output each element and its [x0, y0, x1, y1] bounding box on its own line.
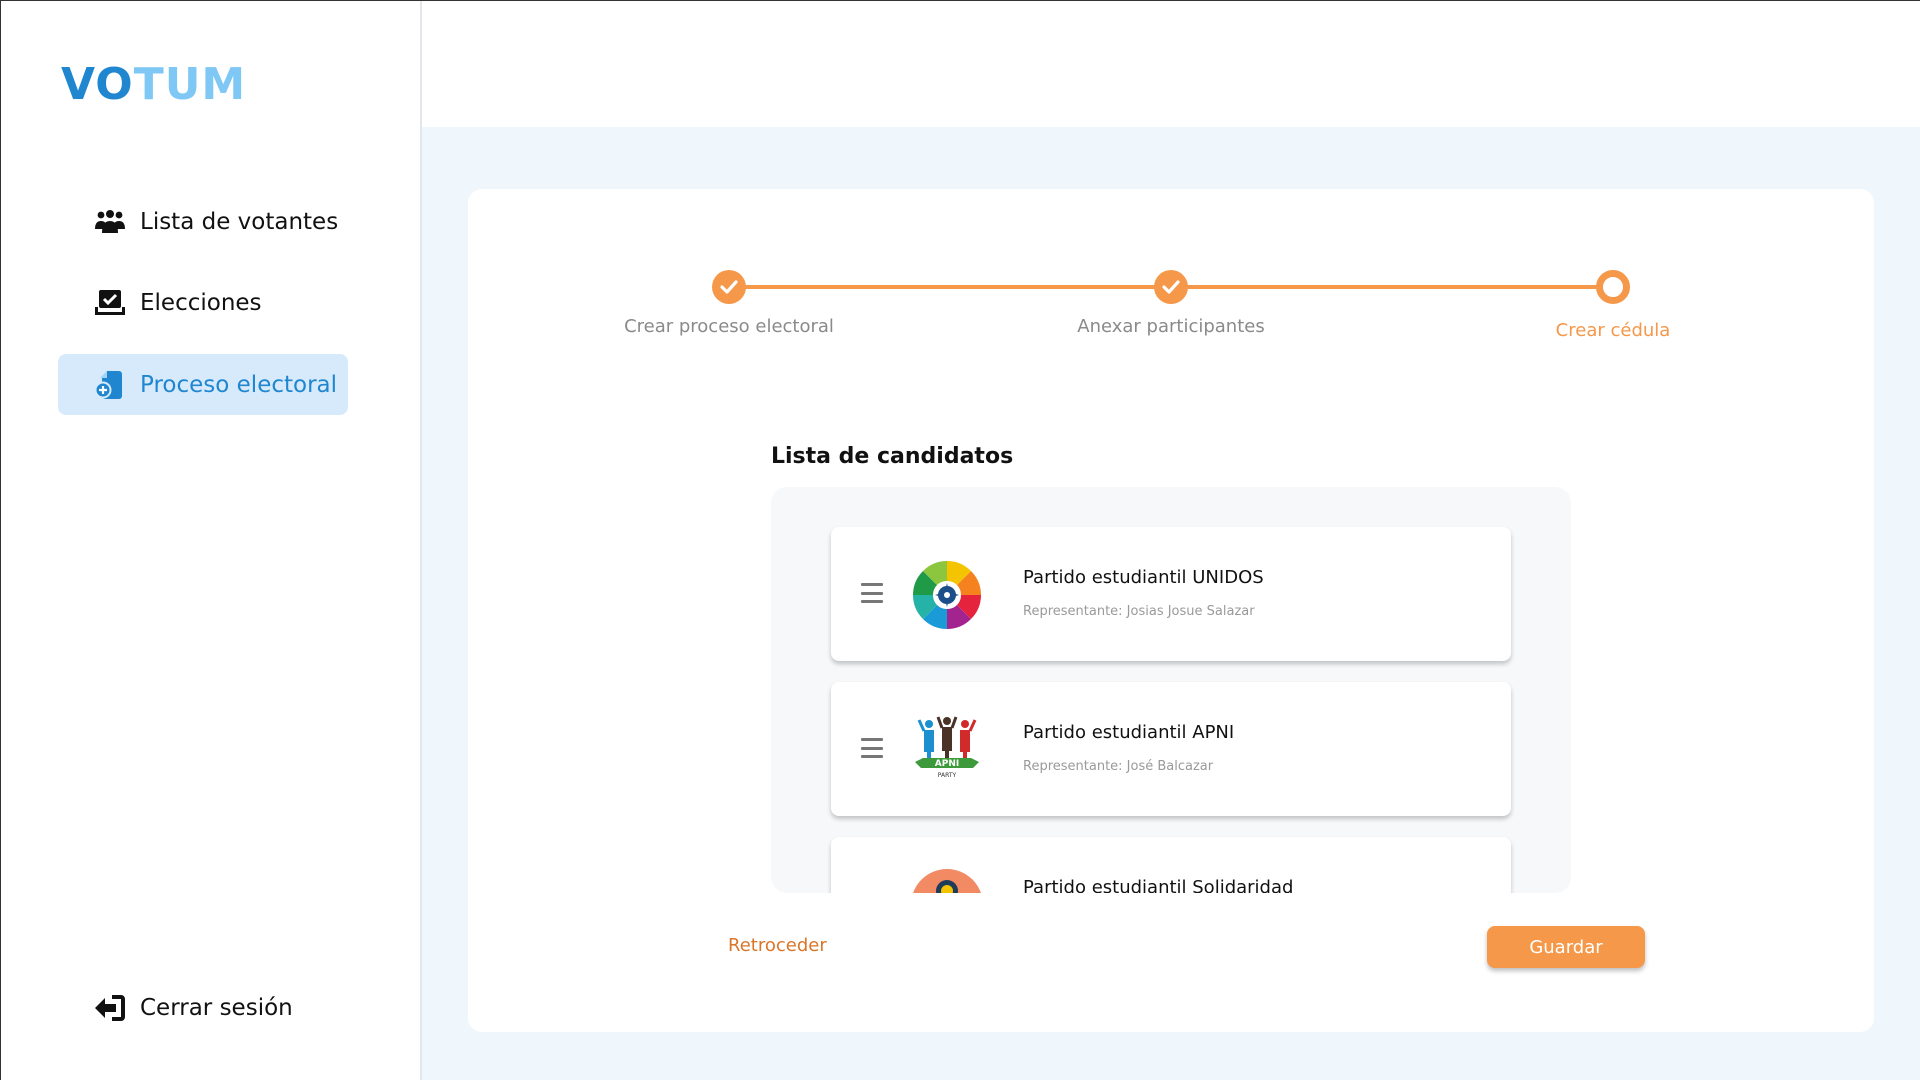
candidate-card[interactable]: Partido estudiantil UNIDOS Representante…: [831, 527, 1511, 661]
save-button[interactable]: Guardar: [1487, 926, 1645, 968]
stepper-connector-2: [1171, 285, 1613, 289]
sidebar: VOTUM Lista de votantes Elecciones Proce…: [1, 1, 422, 1080]
drag-handle-icon[interactable]: [861, 583, 883, 603]
step-3-current-icon: [1596, 270, 1630, 304]
step-2-done-icon: [1154, 270, 1188, 304]
candidate-name: Partido estudiantil APNI: [1023, 722, 1235, 743]
drag-handle-icon[interactable]: [861, 738, 883, 758]
apni-logo-subtext: PARTY: [938, 772, 957, 779]
sidebar-item-label: Elecciones: [140, 289, 262, 316]
logo-part-2: TUM: [133, 59, 247, 110]
logout-label: Cerrar sesión: [140, 994, 293, 1021]
logo-part-1: VO: [61, 59, 134, 110]
step-3-label: Crear cédula: [1555, 320, 1671, 341]
step-2-label: Anexar participantes: [1077, 316, 1265, 337]
candidates-list: Partido estudiantil UNIDOS Representante…: [771, 487, 1571, 893]
candidate-representative: Representante: Josias Josue Salazar: [1023, 604, 1255, 619]
sidebar-item-elecciones[interactable]: Elecciones: [58, 272, 348, 333]
sidebar-item-lista-de-votantes[interactable]: Lista de votantes: [58, 191, 348, 252]
candidate-card[interactable]: Partido estudiantil Solidaridad: [831, 837, 1511, 893]
sign-out-icon: [92, 993, 128, 1023]
back-button[interactable]: Retroceder: [728, 935, 827, 956]
sidebar-item-proceso-electoral[interactable]: Proceso electoral: [58, 354, 348, 415]
logout-button[interactable]: Cerrar sesión: [58, 977, 348, 1038]
stepper-connector-1: [729, 285, 1171, 289]
app-logo: VOTUM: [61, 59, 246, 110]
app-window: VOTUM Lista de votantes Elecciones Proce…: [0, 0, 1920, 1080]
sidebar-item-label: Lista de votantes: [140, 208, 339, 235]
apni-logo-text: APNI: [935, 759, 959, 769]
candidate-card[interactable]: APNI PARTY Partido estudiantil APNI Repr…: [831, 682, 1511, 816]
candidate-name: Partido estudiantil Solidaridad: [1023, 877, 1294, 893]
candidates-title: Lista de candidatos: [771, 444, 1014, 469]
users-group-icon: [92, 207, 128, 237]
ballot-check-icon: [92, 288, 128, 318]
sidebar-item-label: Proceso electoral: [140, 371, 338, 398]
candidate-representative: Representante: José Balcazar: [1023, 759, 1214, 774]
unidos-logo-icon: [913, 561, 981, 629]
document-add-icon: [92, 370, 128, 400]
apni-logo-icon: APNI PARTY: [915, 716, 979, 779]
step-1-label: Crear proceso electoral: [624, 316, 834, 337]
step-1-done-icon: [712, 270, 746, 304]
top-bar: [422, 1, 1920, 127]
solidaridad-logo-icon: [913, 869, 981, 893]
candidate-name: Partido estudiantil UNIDOS: [1023, 567, 1264, 588]
